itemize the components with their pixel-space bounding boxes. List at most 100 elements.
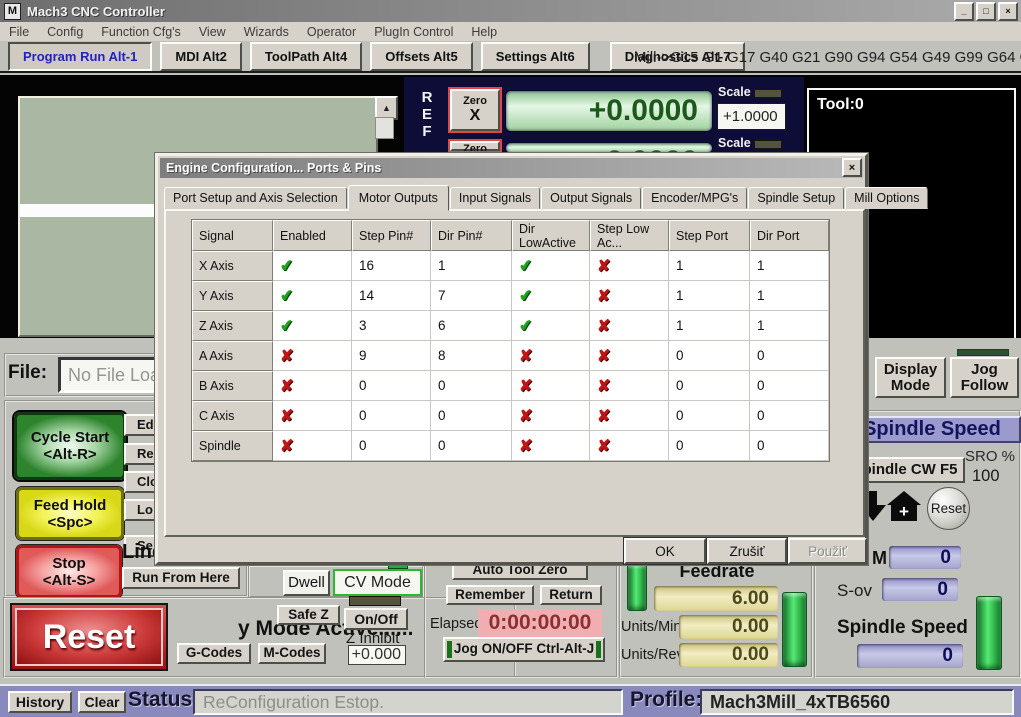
on-off-button[interactable]: On/Off	[344, 608, 408, 630]
pin-value-cell[interactable]: 0	[669, 371, 750, 401]
pin-value-cell[interactable]: 0	[352, 371, 431, 401]
pin-value-cell[interactable]: 8	[431, 341, 512, 371]
run-from-here-button[interactable]: Run From Here	[122, 567, 240, 589]
disabled-cell[interactable]: ✘	[512, 401, 590, 431]
pin-value-cell[interactable]: 0	[431, 371, 512, 401]
history-button[interactable]: History	[8, 691, 72, 713]
y-axis-dro[interactable]: +0.0000	[506, 143, 712, 153]
menu-item-config[interactable]: Config	[38, 25, 92, 39]
dialog-tab-input-signals[interactable]: Input Signals	[450, 187, 540, 209]
jog-on-off-button[interactable]: Jog ON/OFF Ctrl-Alt-J	[443, 637, 605, 662]
spindle-bar[interactable]	[976, 596, 1002, 670]
display-mode-button[interactable]: Display Mode	[875, 357, 946, 398]
close-button[interactable]: ×	[998, 2, 1018, 21]
screen-tab-program-run-alt-1[interactable]: Program Run Alt-1	[8, 42, 152, 71]
reset-button[interactable]: Reset	[10, 603, 168, 671]
disabled-cell[interactable]: ✘	[273, 371, 352, 401]
remember-button[interactable]: Remember	[446, 585, 534, 605]
zero-y-button[interactable]: Zero	[448, 139, 502, 153]
minimize-button[interactable]: _	[954, 2, 974, 21]
pin-value-cell[interactable]: 0	[431, 401, 512, 431]
window-title-bar[interactable]: M Mach3 CNC Controller _ □ ×	[0, 0, 1021, 22]
cv-mode-button[interactable]: CV Mode	[333, 569, 422, 596]
pin-value-cell[interactable]: 0	[431, 431, 512, 461]
disabled-cell[interactable]: ✘	[512, 341, 590, 371]
safe-z-button[interactable]: Safe Z	[277, 605, 340, 625]
disabled-cell[interactable]: ✘	[590, 251, 669, 281]
dialog-tab-encoder-mpg-s[interactable]: Encoder/MPG's	[642, 187, 747, 209]
disabled-cell[interactable]: ✘	[512, 371, 590, 401]
menu-item-plugin-control[interactable]: PlugIn Control	[365, 25, 462, 39]
disabled-cell[interactable]: ✘	[590, 371, 669, 401]
screen-tab-toolpath-alt4[interactable]: ToolPath Alt4	[250, 42, 362, 71]
spindle-speed-dro[interactable]: 0	[857, 644, 963, 668]
dialog-tab-spindle-setup[interactable]: Spindle Setup	[748, 187, 844, 209]
enabled-cell[interactable]: ✔	[512, 281, 590, 311]
g-codes-button[interactable]: G-Codes	[177, 643, 251, 664]
dwell-button[interactable]: Dwell	[283, 570, 330, 596]
fro-bar[interactable]	[627, 563, 647, 611]
enabled-cell[interactable]: ✔	[273, 311, 352, 341]
pin-value-cell[interactable]: 1	[431, 251, 512, 281]
enabled-cell[interactable]: ✔	[273, 251, 352, 281]
screen-tab-offsets-alt5[interactable]: Offsets Alt5	[370, 42, 472, 71]
pin-value-cell[interactable]: 0	[750, 401, 829, 431]
m-dro[interactable]: 0	[889, 546, 961, 569]
stop-button[interactable]: Stop <Alt-S>	[16, 545, 122, 598]
units-rev-dro[interactable]: 0.00	[679, 643, 778, 667]
enabled-cell[interactable]: ✔	[512, 251, 590, 281]
s-ov-dro[interactable]: 0	[882, 578, 958, 601]
feedrate-bar[interactable]	[782, 592, 807, 667]
menu-item-function-cfg-s[interactable]: Function Cfg's	[92, 25, 190, 39]
pin-value-cell[interactable]: 1	[669, 281, 750, 311]
pin-value-cell[interactable]: 14	[352, 281, 431, 311]
scale-x-value[interactable]: +1.0000	[717, 103, 786, 130]
jog-follow-button[interactable]: Jog Follow	[950, 357, 1019, 398]
dialog-tab-output-signals[interactable]: Output Signals	[541, 187, 641, 209]
pin-value-cell[interactable]: 1	[669, 251, 750, 281]
pin-value-cell[interactable]: 3	[352, 311, 431, 341]
ok-button[interactable]: OK	[624, 538, 706, 564]
disabled-cell[interactable]: ✘	[273, 431, 352, 461]
menu-item-operator[interactable]: Operator	[298, 25, 365, 39]
zero-x-button[interactable]: Zero X	[448, 87, 502, 133]
sro-reset-button[interactable]: Reset	[927, 487, 970, 530]
clear-button[interactable]: Clear	[78, 691, 126, 713]
cancel-button[interactable]: Zrušiť	[707, 538, 787, 564]
pin-value-cell[interactable]: 1	[750, 251, 829, 281]
z-inhibit-value[interactable]: +0.000	[348, 645, 406, 665]
menu-item-view[interactable]: View	[190, 25, 235, 39]
pin-value-cell[interactable]: 1	[750, 281, 829, 311]
dialog-tab-port-setup-and-axis-selection[interactable]: Port Setup and Axis Selection	[164, 187, 347, 209]
home-icon[interactable]: +	[887, 491, 921, 523]
enabled-cell[interactable]: ✔	[512, 311, 590, 341]
disabled-cell[interactable]: ✘	[512, 431, 590, 461]
units-min-dro[interactable]: 0.00	[679, 615, 778, 639]
menu-item-wizards[interactable]: Wizards	[235, 25, 298, 39]
dialog-title-bar[interactable]: Engine Configuration... Ports & Pins	[160, 158, 863, 178]
pin-value-cell[interactable]: 6	[431, 311, 512, 341]
menu-item-help[interactable]: Help	[462, 25, 506, 39]
pin-value-cell[interactable]: 0	[750, 341, 829, 371]
dialog-tab-mill-options[interactable]: Mill Options	[845, 187, 928, 209]
pin-value-cell[interactable]: 0	[669, 401, 750, 431]
return-button[interactable]: Return	[540, 585, 602, 605]
dialog-tab-motor-outputs[interactable]: Motor Outputs	[348, 185, 449, 211]
feedrate-dro[interactable]: 6.00	[654, 586, 778, 611]
scroll-thumb[interactable]	[375, 117, 394, 139]
screen-tab-settings-alt6[interactable]: Settings Alt6	[481, 42, 590, 71]
enabled-cell[interactable]: ✔	[273, 281, 352, 311]
m-codes-button[interactable]: M-Codes	[258, 643, 326, 664]
disabled-cell[interactable]: ✘	[590, 311, 669, 341]
pin-value-cell[interactable]: 1	[750, 311, 829, 341]
x-axis-dro[interactable]: +0.0000	[506, 91, 712, 131]
apply-button[interactable]: Použiť	[788, 538, 867, 564]
pin-value-cell[interactable]: 1	[669, 311, 750, 341]
disabled-cell[interactable]: ✘	[590, 341, 669, 371]
screen-tab-mdi-alt2[interactable]: MDI Alt2	[160, 42, 242, 71]
disabled-cell[interactable]: ✘	[590, 401, 669, 431]
disabled-cell[interactable]: ✘	[590, 431, 669, 461]
maximize-button[interactable]: □	[976, 2, 996, 21]
disabled-cell[interactable]: ✘	[273, 341, 352, 371]
menu-item-file[interactable]: File	[0, 25, 38, 39]
